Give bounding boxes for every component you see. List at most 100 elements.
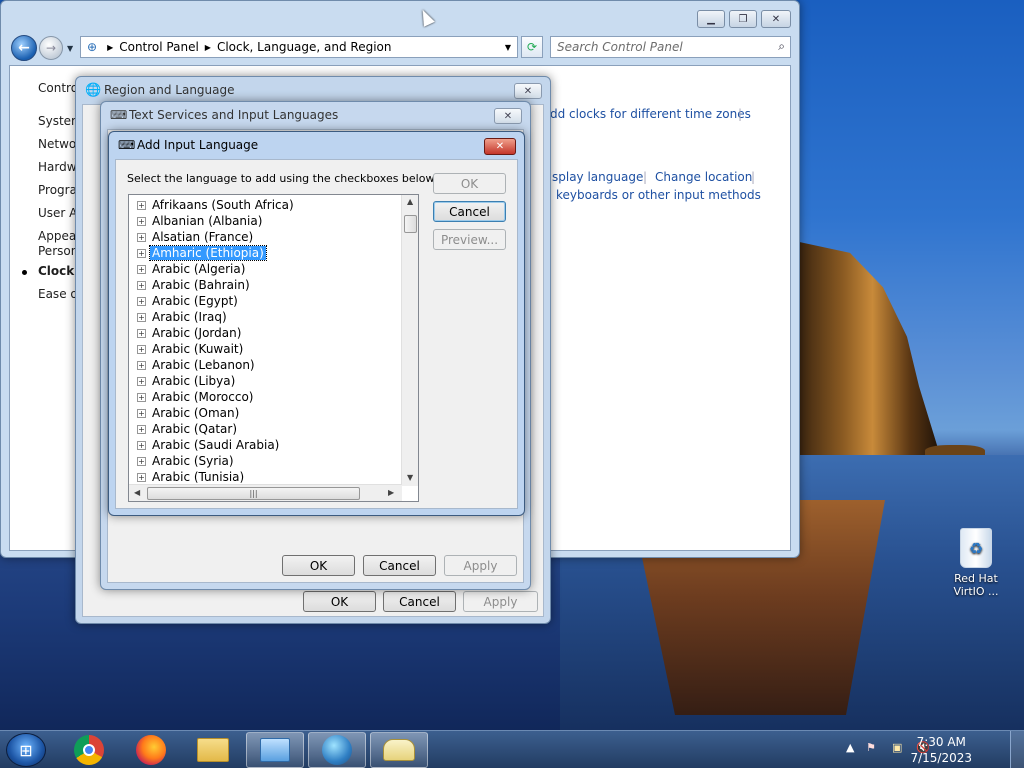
system-clock[interactable]: 7:30 AM 7/15/2023 bbox=[910, 734, 972, 766]
vertical-scrollbar[interactable]: ▲ ▼ bbox=[401, 195, 418, 486]
expand-plus-icon[interactable]: + bbox=[137, 472, 146, 482]
language-tree-item[interactable]: + Arabic (Jordan) bbox=[137, 325, 243, 341]
recycle-bin-desktop-icon[interactable]: ♻ Red Hat VirtIO ... bbox=[944, 528, 1008, 598]
taskbar-text-services[interactable] bbox=[370, 732, 428, 768]
show-hidden-icons[interactable]: ▲ bbox=[846, 741, 854, 754]
region-language-titlebar[interactable]: 🌐 Region and Language bbox=[76, 77, 550, 103]
close-button[interactable]: ✕ bbox=[514, 83, 542, 99]
ok-button[interactable]: OK bbox=[433, 173, 506, 194]
network-icon[interactable]: ▣ bbox=[892, 741, 902, 754]
language-tree-item[interactable]: + Afrikaans (South Africa) bbox=[137, 197, 296, 213]
horizontal-scrollbar[interactable]: ◀ ||| ▶ bbox=[129, 484, 402, 501]
expand-plus-icon[interactable]: + bbox=[137, 440, 146, 450]
maximize-button[interactable]: ❐ bbox=[729, 10, 757, 28]
close-button[interactable]: ✕ bbox=[494, 108, 522, 124]
scroll-right-icon[interactable]: ▶ bbox=[388, 488, 394, 497]
language-tree-item[interactable]: + Arabic (Syria) bbox=[137, 453, 236, 469]
ok-button[interactable]: OK bbox=[303, 591, 376, 612]
expand-plus-icon[interactable]: + bbox=[137, 328, 146, 338]
sidebar-item-control-panel-home[interactable]: Contro bbox=[38, 81, 78, 95]
action-center-icon[interactable]: ⚑ bbox=[866, 741, 876, 754]
text-services-titlebar[interactable]: ⌨ Text Services and Input Languages bbox=[101, 102, 530, 128]
address-dropdown-icon[interactable]: ▼ bbox=[505, 43, 511, 52]
expand-plus-icon[interactable]: + bbox=[137, 408, 146, 418]
link-change-display-language[interactable]: splay language bbox=[552, 170, 643, 184]
language-tree-item[interactable]: + Arabic (Algeria) bbox=[137, 261, 247, 277]
expand-plus-icon[interactable]: + bbox=[137, 280, 146, 290]
link-change-keyboards[interactable]: keyboards or other input methods bbox=[556, 188, 761, 202]
close-icon: ✕ bbox=[523, 85, 533, 97]
search-icon[interactable]: ⌕ bbox=[778, 39, 785, 54]
refresh-button[interactable]: ⟳ bbox=[521, 36, 543, 58]
minimize-button[interactable]: ▁ bbox=[697, 10, 725, 28]
language-tree-item[interactable]: + Arabic (Morocco) bbox=[137, 389, 255, 405]
language-tree-item[interactable]: + Arabic (Iraq) bbox=[137, 309, 229, 325]
expand-plus-icon[interactable]: + bbox=[137, 216, 146, 226]
expand-plus-icon[interactable]: + bbox=[137, 296, 146, 306]
expand-plus-icon[interactable]: + bbox=[137, 456, 146, 466]
language-tree-item[interactable]: + Amharic (Ethiopia) bbox=[137, 245, 267, 261]
language-tree-item[interactable]: + Arabic (Bahrain) bbox=[137, 277, 252, 293]
expand-plus-icon[interactable]: + bbox=[137, 200, 146, 210]
link-change-location[interactable]: Change location bbox=[655, 170, 752, 184]
expand-plus-icon[interactable]: + bbox=[137, 424, 146, 434]
windows-logo-icon: ⊞ bbox=[19, 740, 33, 760]
link-add-clocks[interactable]: dd clocks for different time zones bbox=[550, 107, 751, 121]
language-tree-item[interactable]: + Arabic (Oman) bbox=[137, 405, 241, 421]
language-tree-item[interactable]: + Arabic (Kuwait) bbox=[137, 341, 245, 357]
expand-plus-icon[interactable]: + bbox=[137, 248, 146, 258]
forward-button[interactable]: → bbox=[39, 36, 63, 60]
expand-plus-icon[interactable]: + bbox=[137, 344, 146, 354]
close-button[interactable]: ✕ bbox=[484, 138, 516, 155]
taskbar-control-panel[interactable] bbox=[246, 732, 304, 768]
language-tree-item[interactable]: + Arabic (Lebanon) bbox=[137, 357, 257, 373]
scroll-down-icon[interactable]: ▼ bbox=[407, 473, 413, 482]
apply-button[interactable]: Apply bbox=[444, 555, 517, 576]
language-item-label: Arabic (Algeria) bbox=[152, 262, 246, 276]
navigation-buttons: ← → ▼ bbox=[11, 35, 73, 61]
language-item-label: Arabic (Qatar) bbox=[152, 422, 238, 436]
address-bar[interactable]: ⊕ ▶ Control Panel ▶ Clock, Language, and… bbox=[80, 36, 518, 58]
expand-plus-icon[interactable]: + bbox=[137, 360, 146, 370]
globe-clock-icon bbox=[322, 735, 352, 765]
expand-plus-icon[interactable]: + bbox=[137, 392, 146, 402]
expand-plus-icon[interactable]: + bbox=[137, 264, 146, 274]
close-button[interactable]: ✕ bbox=[761, 10, 791, 28]
cancel-button[interactable]: Cancel bbox=[363, 555, 436, 576]
show-desktop-button[interactable] bbox=[1010, 731, 1024, 768]
apply-button[interactable]: Apply bbox=[463, 591, 538, 612]
expand-plus-icon[interactable]: + bbox=[137, 376, 146, 386]
taskbar-region-language[interactable] bbox=[308, 732, 366, 768]
breadcrumb-clock-language-region[interactable]: Clock, Language, and Region bbox=[217, 40, 392, 54]
scroll-left-icon[interactable]: ◀ bbox=[134, 488, 140, 497]
language-tree-item[interactable]: + Arabic (Saudi Arabia) bbox=[137, 437, 281, 453]
breadcrumb-control-panel[interactable]: Control Panel bbox=[119, 40, 199, 54]
expand-plus-icon[interactable]: + bbox=[137, 312, 146, 322]
preview-button[interactable]: Preview... bbox=[433, 229, 506, 250]
start-button[interactable]: ⊞ bbox=[6, 733, 46, 767]
ok-button[interactable]: OK bbox=[282, 555, 355, 576]
search-input[interactable]: Search Control Panel ⌕ bbox=[550, 36, 791, 58]
scroll-up-icon[interactable]: ▲ bbox=[407, 197, 413, 206]
language-tree[interactable]: + Afrikaans (South Africa) + Albanian (Alba… bbox=[128, 194, 419, 502]
language-tree-item[interactable]: + Alsatian (France) bbox=[137, 229, 255, 245]
language-tree-item[interactable]: + Arabic (Egypt) bbox=[137, 293, 240, 309]
language-tree-item[interactable]: + Albanian (Albania) bbox=[137, 213, 264, 229]
expand-plus-icon[interactable]: + bbox=[137, 232, 146, 242]
language-tree-item[interactable]: + Arabic (Qatar) bbox=[137, 421, 239, 437]
horizontal-scroll-thumb[interactable]: ||| bbox=[147, 487, 360, 500]
vertical-scroll-thumb[interactable] bbox=[404, 215, 417, 233]
back-button[interactable]: ← bbox=[11, 35, 37, 61]
recent-pages-dropdown[interactable]: ▼ bbox=[67, 44, 73, 53]
sidebar-item-programs[interactable]: Progra bbox=[38, 183, 77, 197]
taskbar-explorer[interactable] bbox=[184, 732, 242, 768]
language-tree-item[interactable]: + Arabic (Tunisia) bbox=[137, 469, 246, 485]
clock-time: 7:30 AM bbox=[916, 735, 966, 749]
add-input-language-titlebar[interactable]: ⌨ Add Input Language bbox=[109, 132, 524, 158]
taskbar-firefox[interactable] bbox=[122, 732, 180, 768]
cancel-button[interactable]: Cancel bbox=[433, 201, 506, 222]
dialog-title: Region and Language bbox=[104, 83, 235, 97]
language-tree-item[interactable]: + Arabic (Libya) bbox=[137, 373, 237, 389]
taskbar-chrome[interactable] bbox=[60, 732, 118, 768]
cancel-button[interactable]: Cancel bbox=[383, 591, 456, 612]
